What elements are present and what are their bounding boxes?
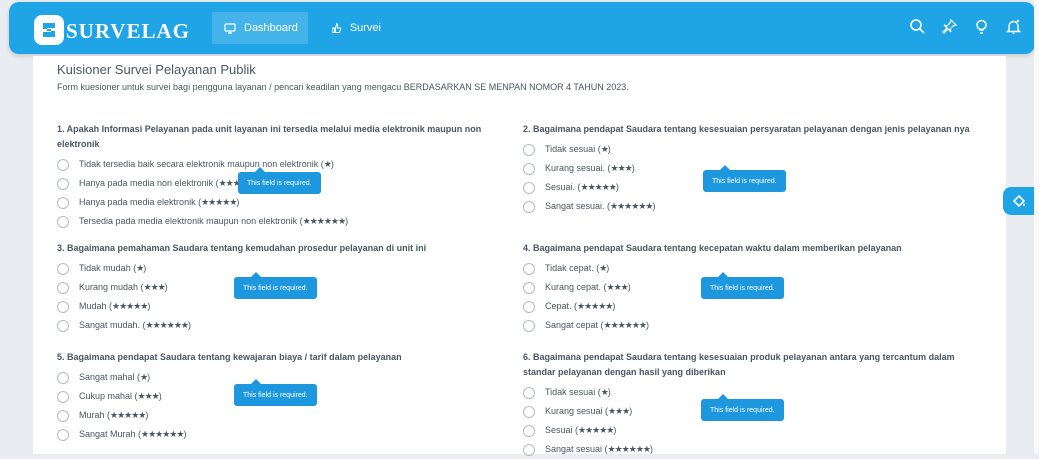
nav-dashboard-label: Dashboard: [244, 22, 298, 34]
radio-button[interactable]: [523, 300, 535, 313]
star-icons: ★: [136, 263, 144, 273]
star-icons: ★★★★★★: [302, 216, 346, 226]
nav-survei[interactable]: Survei: [319, 12, 381, 44]
question-title: 2. Bagaimana pendapat Saudara tentang ke…: [523, 124, 970, 134]
star-icons: ★: [599, 263, 607, 273]
radio-button[interactable]: [523, 405, 535, 418]
star-icons: ★★★★★★: [603, 320, 647, 330]
star-icons: ★★★★★: [201, 197, 237, 207]
brand-name[interactable]: SURVELAG: [66, 19, 190, 44]
option-4[interactable]: Sangat Murah (★★★★★★): [57, 425, 507, 444]
required-tooltip: This field is required.: [701, 394, 784, 421]
radio-button[interactable]: [57, 390, 69, 403]
radio-button[interactable]: [57, 281, 69, 294]
radio-button[interactable]: [57, 215, 69, 228]
radio-button[interactable]: [523, 181, 535, 194]
radio-button[interactable]: [523, 281, 535, 294]
required-tooltip: This field is required.: [238, 167, 321, 194]
nav-dashboard[interactable]: Dashboard: [212, 12, 308, 44]
option-3[interactable]: Mudah (★★★★★): [57, 297, 507, 316]
radio-button[interactable]: [57, 177, 69, 190]
star-icons: ★★★: [608, 406, 630, 416]
radio-button[interactable]: [523, 162, 535, 175]
option-3[interactable]: Cepat. (★★★★★): [523, 297, 973, 316]
option-4[interactable]: Tersedia pada media elektronik maupun no…: [57, 212, 507, 231]
radio-button[interactable]: [57, 262, 69, 275]
survey-form-card: Kuisioner Survei Pelayanan Publik Form k…: [33, 56, 1006, 456]
paint-bucket-icon: [1012, 194, 1025, 208]
question-title: 1. Apakah Informasi Pelayanan pada unit …: [57, 124, 482, 149]
star-icons: ★: [600, 387, 609, 397]
star-icons: ★★★★★★: [610, 201, 653, 211]
option-1[interactable]: Tidak mudah (★): [57, 259, 507, 278]
bell-icon[interactable]: [1005, 18, 1022, 35]
required-tooltip: This field is required.: [234, 272, 317, 299]
star-icons: ★★★★★★: [607, 444, 651, 454]
radio-button[interactable]: [523, 262, 535, 275]
option-3[interactable]: Murah (★★★★★): [57, 406, 507, 425]
top-navigation-bar: SURVELAG Dashboard Survei: [9, 2, 1035, 54]
radio-button[interactable]: [523, 200, 535, 213]
star-icons: ★★★★★: [580, 182, 617, 192]
page-description: Form kuesioner untuk survei bagi penggun…: [57, 82, 629, 92]
star-icons: ★★★★★: [110, 410, 146, 420]
nav-survei-label: Survei: [349, 22, 381, 34]
option-3[interactable]: Sesuai (★★★★★): [523, 421, 973, 440]
star-icons: ★: [140, 372, 148, 382]
radio-button[interactable]: [57, 371, 69, 384]
monitor-icon: [224, 22, 236, 34]
question-title: 3. Bagaimana pemahaman Saudara tentang k…: [57, 243, 427, 253]
star-icons: ★: [323, 159, 332, 169]
star-icons: ★★★: [606, 282, 629, 292]
radio-button[interactable]: [523, 143, 535, 156]
star-icons: ★★★: [218, 178, 241, 188]
survelag-logo-icon[interactable]: [34, 15, 64, 45]
question-title: 6. Bagaimana pendapat Saudara tentang ke…: [523, 352, 955, 377]
option-4[interactable]: Sangat sesuai (★★★★★★): [523, 440, 973, 459]
star-icons: ★★★: [143, 282, 166, 292]
radio-button[interactable]: [57, 196, 69, 209]
theme-customizer-button[interactable]: [1003, 187, 1034, 215]
page-scrollbar[interactable]: [1034, 0, 1039, 454]
radio-button[interactable]: [523, 319, 535, 332]
required-tooltip: This field is required.: [234, 379, 317, 406]
thumbs-up-icon: [332, 22, 342, 33]
radio-button[interactable]: [57, 319, 69, 332]
pin-icon[interactable]: [941, 18, 958, 35]
star-icons: ★★★★★★: [141, 429, 184, 439]
option-4[interactable]: Sangat sesuai. (★★★★★★): [523, 197, 973, 216]
star-icons: ★★★: [610, 163, 633, 173]
question-2: 2. Bagaimana pendapat Saudara tentang ke…: [523, 122, 973, 216]
required-tooltip: This field is required.: [703, 165, 786, 192]
radio-button[interactable]: [57, 428, 69, 441]
page-title: Kuisioner Survei Pelayanan Publik: [57, 62, 256, 77]
option-1[interactable]: Tidak cepat. (★): [523, 259, 973, 278]
header-tools: [909, 18, 1022, 35]
question-title: 5. Bagaimana pendapat Saudara tentang ke…: [57, 352, 402, 362]
question-title: 4. Bagaimana pendapat Saudara tentang ke…: [523, 243, 902, 253]
required-tooltip: This field is required.: [701, 272, 784, 299]
star-icons: ★★★★★★: [145, 320, 189, 330]
star-icons: ★★★★★: [577, 301, 613, 311]
radio-button[interactable]: [523, 424, 535, 437]
radio-button[interactable]: [57, 158, 69, 171]
option-4[interactable]: Sangat mudah. (★★★★★★): [57, 316, 507, 335]
option-1[interactable]: Tidak sesuai (★): [523, 140, 973, 159]
star-icons: ★★★: [137, 391, 160, 401]
radio-button[interactable]: [57, 409, 69, 422]
star-icons: ★★★★★: [578, 425, 614, 435]
star-icons: ★: [600, 144, 609, 154]
search-icon[interactable]: [909, 18, 926, 35]
option-4[interactable]: Sangat cepat (★★★★★★): [523, 316, 973, 335]
radio-button[interactable]: [523, 386, 535, 399]
radio-button[interactable]: [57, 300, 69, 313]
star-icons: ★★★★★: [112, 301, 148, 311]
lightbulb-icon[interactable]: [973, 18, 990, 35]
option-3[interactable]: Hanya pada media elektronik (★★★★★): [57, 193, 507, 212]
